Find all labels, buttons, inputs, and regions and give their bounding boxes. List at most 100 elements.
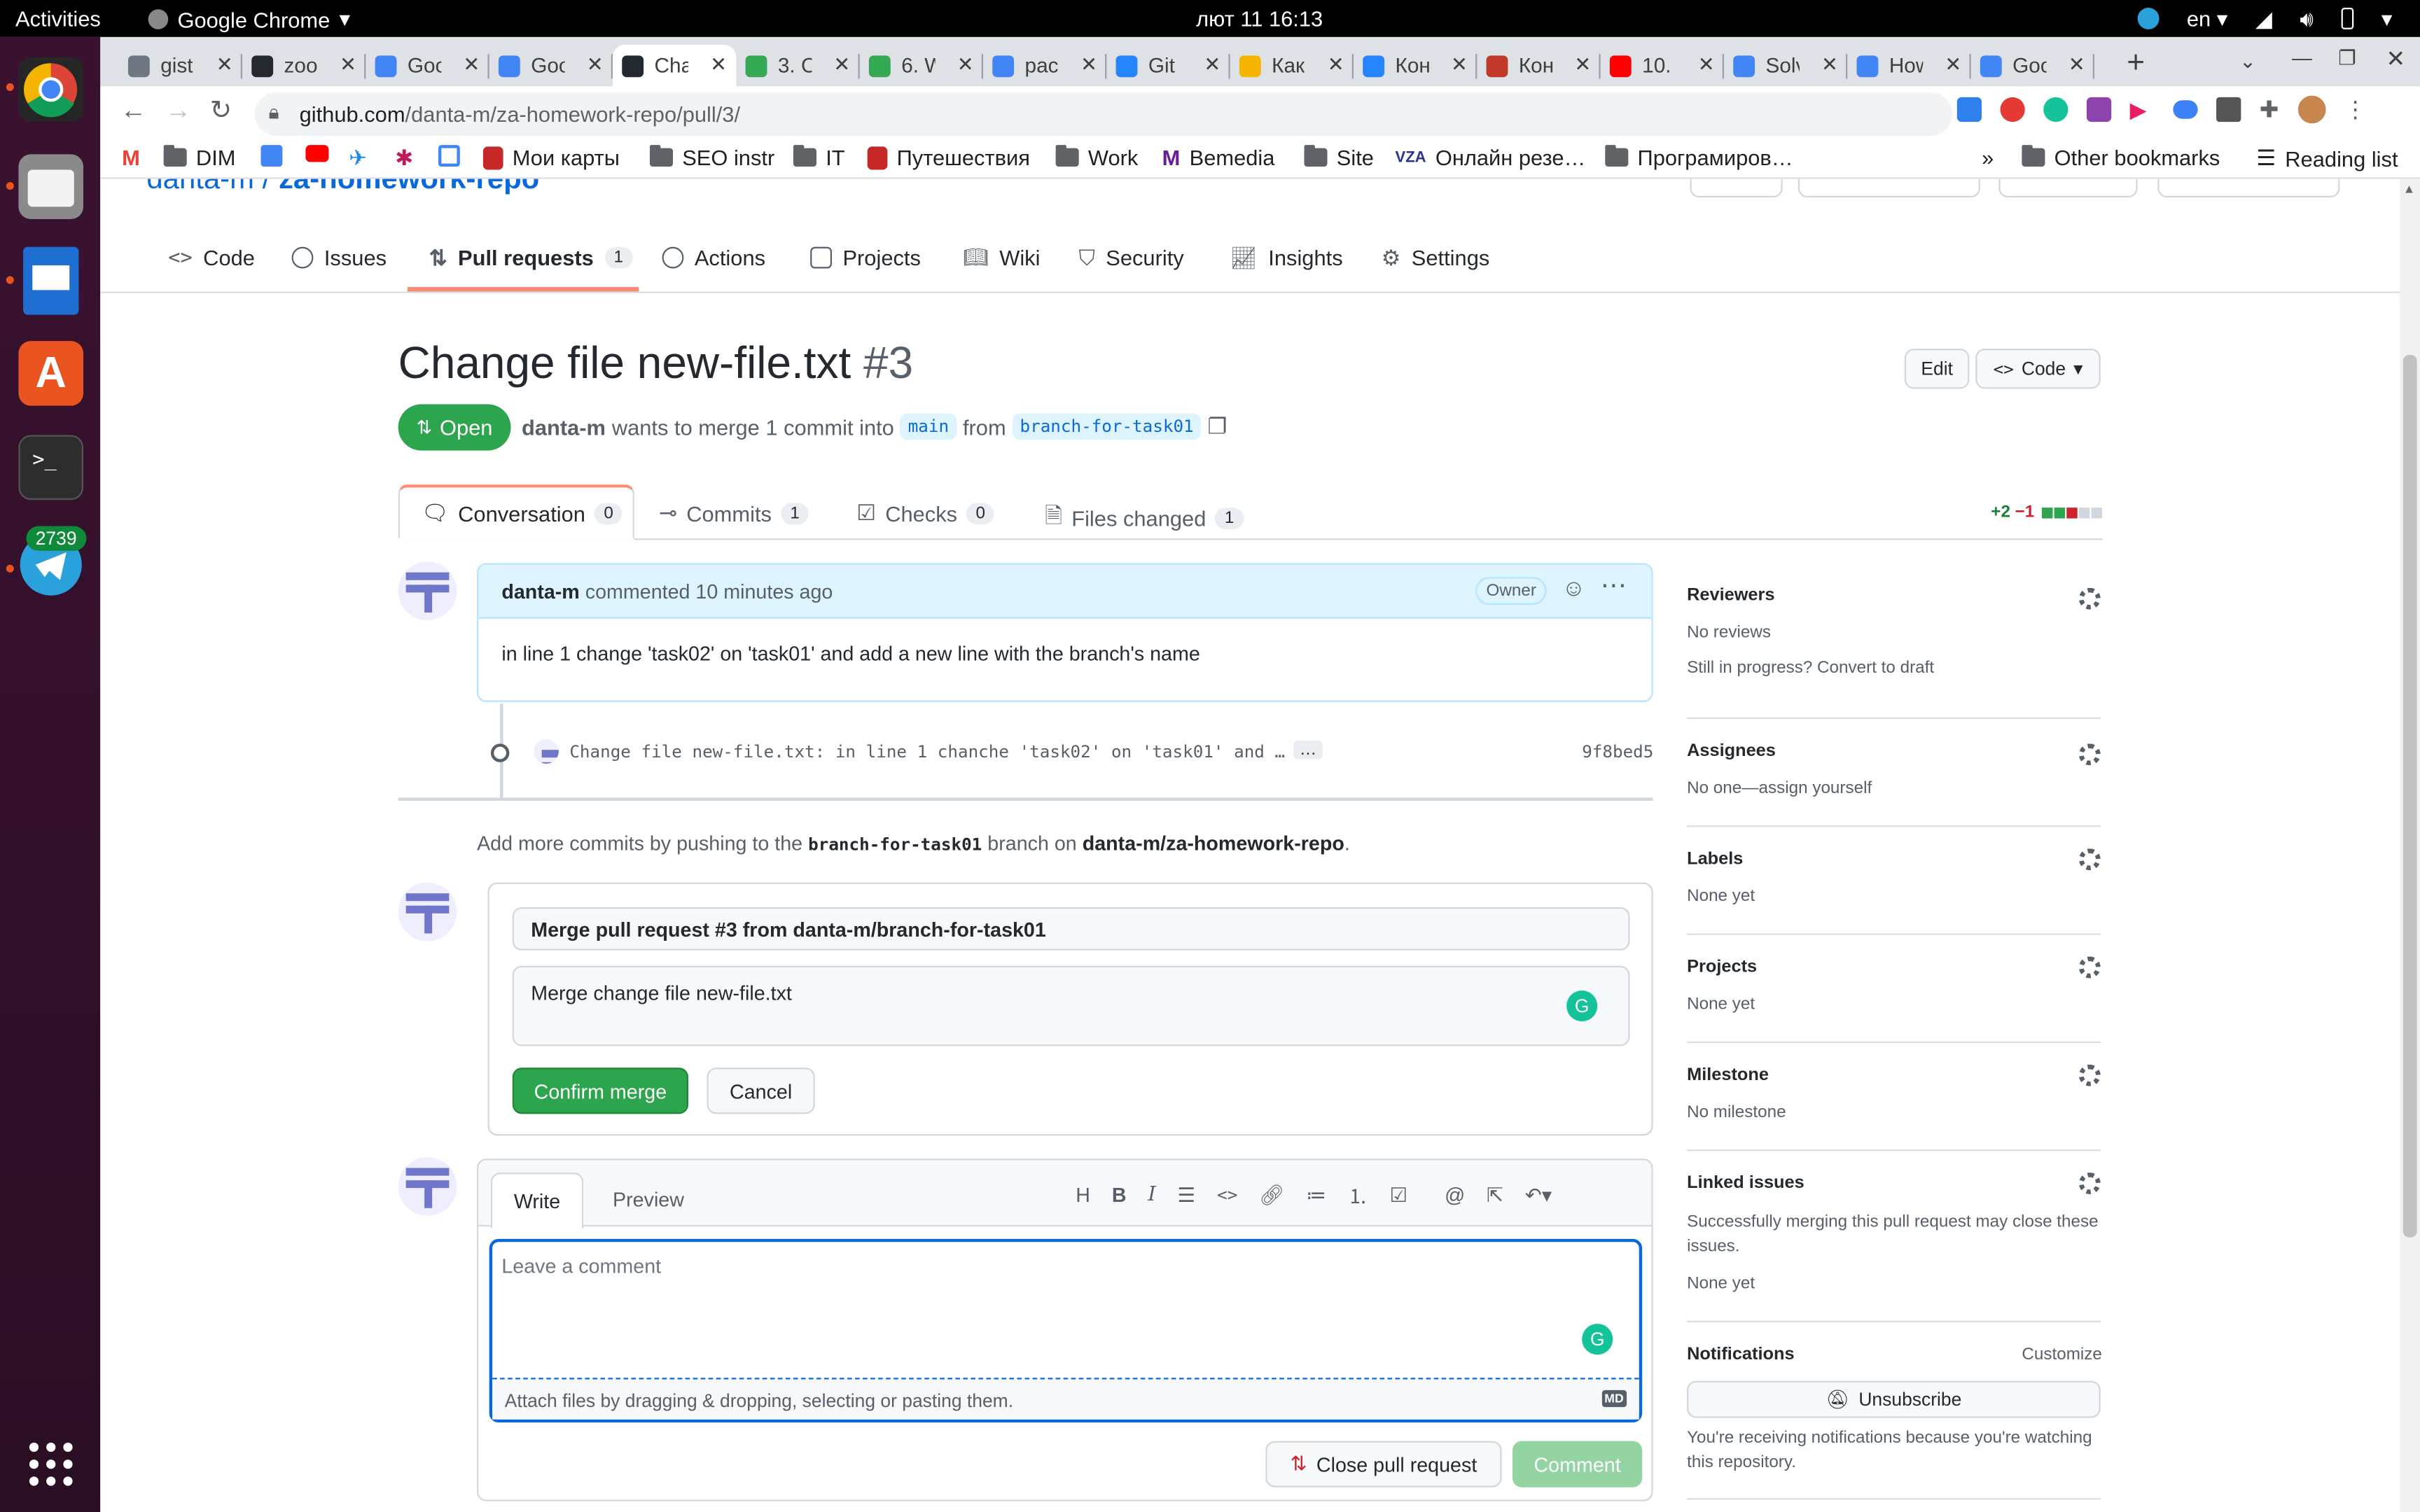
- grammarly-icon[interactable]: G: [1566, 990, 1598, 1022]
- reponav-issues[interactable]: Issues: [291, 241, 387, 274]
- browser-tab[interactable]: рас ✕: [983, 45, 1107, 87]
- cross-reference-icon[interactable]: ⇱: [1487, 1182, 1503, 1207]
- confirm-merge-button[interactable]: Confirm merge: [512, 1068, 689, 1114]
- fork-button[interactable]: [1998, 178, 2138, 198]
- link-icon[interactable]: 🔗︎: [1259, 1182, 1284, 1207]
- gmail-bookmark[interactable]: M: [122, 145, 140, 169]
- wifi-icon[interactable]: ◢: [2255, 6, 2272, 31]
- telegram-tray-icon[interactable]: [2137, 8, 2160, 29]
- tab-close-icon[interactable]: ✕: [957, 52, 974, 77]
- scroll-up-icon[interactable]: ▲: [2403, 182, 2415, 196]
- code-icon[interactable]: <>: [1217, 1185, 1237, 1205]
- linked-issues-heading[interactable]: Linked issues: [1687, 1174, 1804, 1192]
- base-branch-label[interactable]: main: [900, 413, 957, 440]
- commit-author-avatar[interactable]: [534, 738, 559, 764]
- browser-tab[interactable]: Кон ✕: [1477, 45, 1601, 87]
- convert-to-draft-link[interactable]: Still in progress? Convert to draft: [1687, 659, 1934, 677]
- tab-close-icon[interactable]: ✕: [216, 52, 233, 77]
- browser-tab[interactable]: zoo ✕: [242, 45, 366, 87]
- battery-icon[interactable]: [2341, 8, 2354, 29]
- tab-close-icon[interactable]: ✕: [1451, 52, 1468, 77]
- cancel-merge-button[interactable]: Cancel: [707, 1068, 815, 1114]
- star-button[interactable]: [2157, 178, 2340, 198]
- linked-issues-gear-icon[interactable]: [2078, 1172, 2101, 1194]
- bookmark-folder[interactable]: IT: [793, 145, 845, 169]
- tab-files-changed[interactable]: 🗎 Files changed 1: [1045, 500, 1244, 537]
- repo-name-link[interactable]: za-homework-repo: [279, 179, 539, 196]
- reponav-security[interactable]: ⛉ Security: [1079, 241, 1184, 274]
- pin-button[interactable]: [1690, 178, 1783, 198]
- merger-avatar[interactable]: [398, 882, 457, 941]
- projects-gear-icon[interactable]: [2078, 956, 2101, 979]
- extension-cloud-icon[interactable]: [2173, 100, 2198, 119]
- bookmark-maps[interactable]: Мои карты: [482, 145, 620, 169]
- assign-yourself-link[interactable]: No one—assign yourself: [1687, 779, 1872, 797]
- bookmark-folder[interactable]: Work: [1055, 145, 1138, 169]
- extension-play-icon[interactable]: ▶: [2130, 97, 2155, 122]
- calendar-bookmark[interactable]: [438, 145, 460, 167]
- extensions-puzzle-icon[interactable]: ✚: [2260, 96, 2279, 123]
- reponav-insights[interactable]: 📈︎ Insights: [1230, 241, 1343, 274]
- commit-message-link[interactable]: Change file new-file.txt: in line 1 chan…: [569, 742, 1285, 762]
- ordered-list-icon[interactable]: ⒈: [1348, 1180, 1368, 1210]
- bookmark-folder[interactable]: Програмиров…: [1605, 145, 1793, 169]
- back-arrow-icon[interactable]: ←: [120, 96, 146, 127]
- terminal-dock-icon[interactable]: >_: [18, 435, 84, 500]
- star-bookmark[interactable]: ✱: [395, 145, 413, 171]
- current-user-avatar[interactable]: [398, 1157, 457, 1216]
- bookmark-travel[interactable]: Путешествия: [867, 145, 1030, 169]
- reponav-actions[interactable]: Actions: [662, 241, 765, 274]
- comment-author-link[interactable]: danta-m: [501, 580, 579, 603]
- projects-heading[interactable]: Projects: [1687, 958, 1757, 976]
- milestone-gear-icon[interactable]: [2078, 1064, 2101, 1086]
- system-menu-chevron[interactable]: ▾: [2381, 6, 2392, 31]
- restore-window-button[interactable]: ❐: [2338, 46, 2356, 71]
- code-dropdown-button[interactable]: <> Code ▾: [1975, 349, 2101, 389]
- assignees-heading[interactable]: Assignees: [1687, 742, 1776, 760]
- chrome-menu-icon[interactable]: ⋮: [2344, 96, 2367, 123]
- browser-tab[interactable]: Cha ✕: [613, 44, 737, 87]
- labels-heading[interactable]: Labels: [1687, 850, 1743, 868]
- software-store-dock-icon[interactable]: A: [18, 341, 84, 406]
- copy-icon[interactable]: ❐: [1208, 414, 1228, 440]
- close-window-button[interactable]: ✕: [2386, 45, 2406, 72]
- task-list-icon[interactable]: ☑: [1389, 1182, 1407, 1207]
- preview-tab[interactable]: Preview: [613, 1188, 684, 1211]
- tab-close-icon[interactable]: ✕: [833, 52, 850, 77]
- quote-icon[interactable]: ☰: [1178, 1182, 1196, 1207]
- tab-commits[interactable]: ⊸ Commits 1: [659, 500, 809, 526]
- browser-tab[interactable]: 3. C ✕: [736, 45, 860, 87]
- volume-icon[interactable]: 🔊︎: [2300, 6, 2313, 31]
- reload-icon[interactable]: ↻: [210, 96, 232, 127]
- head-branch-label[interactable]: branch-for-task01: [1012, 413, 1202, 440]
- browser-tab[interactable]: Solv ✕: [1724, 45, 1848, 87]
- mention-icon[interactable]: @: [1445, 1184, 1465, 1207]
- browser-tab[interactable]: Goo ✕: [366, 45, 489, 87]
- tab-checks[interactable]: ☑ Checks 0: [856, 500, 995, 526]
- tab-close-icon[interactable]: ✕: [1204, 52, 1221, 77]
- show-applications-icon[interactable]: [28, 1441, 74, 1488]
- extension-grammarly-icon[interactable]: [2043, 97, 2068, 122]
- tab-close-icon[interactable]: ✕: [463, 52, 480, 77]
- writer-dock-icon[interactable]: [23, 246, 79, 315]
- minimize-window-button[interactable]: —: [2292, 46, 2312, 69]
- tab-close-icon[interactable]: ✕: [340, 52, 356, 77]
- bold-icon[interactable]: B: [1112, 1184, 1127, 1207]
- tab-close-icon[interactable]: ✕: [2068, 52, 2085, 77]
- bookmark-folder[interactable]: SEO instr: [649, 145, 774, 169]
- unordered-list-icon[interactable]: ≔: [1306, 1182, 1326, 1207]
- browser-tab[interactable]: 6. W ✕: [860, 45, 984, 87]
- translate-bookmark[interactable]: [260, 145, 283, 167]
- commit-expand-button[interactable]: …: [1293, 740, 1323, 760]
- browser-tab[interactable]: 10. ✕: [1601, 45, 1724, 87]
- files-dock-icon[interactable]: [18, 154, 84, 219]
- milestone-heading[interactable]: Milestone: [1687, 1066, 1769, 1084]
- clock[interactable]: лют 11 16:13: [1196, 6, 1323, 31]
- chrome-dock-icon[interactable]: [18, 57, 84, 122]
- edit-title-button[interactable]: Edit: [1904, 349, 1970, 389]
- tab-close-icon[interactable]: ✕: [1821, 52, 1838, 77]
- comment-textarea[interactable]: Leave a comment: [501, 1254, 661, 1278]
- new-tab-button[interactable]: +: [2127, 46, 2145, 82]
- other-bookmarks[interactable]: Other bookmarks: [2022, 145, 2220, 169]
- language-indicator[interactable]: en ▾: [2187, 6, 2227, 31]
